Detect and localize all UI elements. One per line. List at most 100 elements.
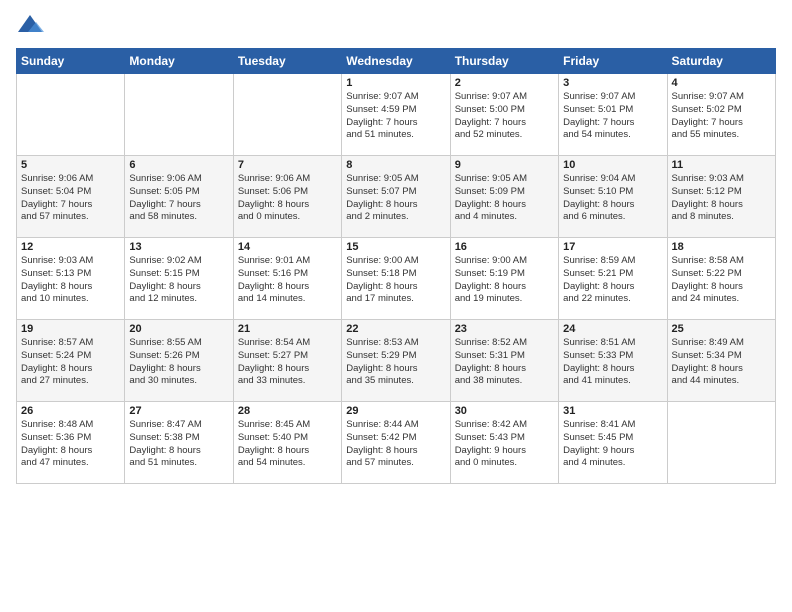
calendar-cell: 27Sunrise: 8:47 AM Sunset: 5:38 PM Dayli…	[125, 402, 233, 484]
day-info: Sunrise: 9:00 AM Sunset: 5:18 PM Dayligh…	[346, 255, 445, 306]
day-info: Sunrise: 8:49 AM Sunset: 5:34 PM Dayligh…	[672, 337, 771, 388]
day-info: Sunrise: 9:07 AM Sunset: 5:01 PM Dayligh…	[563, 91, 662, 142]
calendar-cell: 1 Sunrise: 9:07 AM Sunset: 4:59 PM Daylig…	[342, 74, 450, 156]
day-number: 11	[672, 159, 771, 171]
weekday-header-monday: Monday	[125, 49, 233, 74]
weekday-header-saturday: Saturday	[667, 49, 775, 74]
day-info: Sunrise: 9:03 AM Sunset: 5:12 PM Dayligh…	[672, 173, 771, 224]
calendar-cell	[17, 74, 125, 156]
day-number: 7	[238, 159, 337, 171]
day-info: Sunrise: 9:07 AM Sunset: 4:59 PM Dayligh…	[346, 91, 445, 142]
calendar-cell: 9Sunrise: 9:05 AM Sunset: 5:09 PM Daylig…	[450, 156, 558, 238]
day-info: Sunrise: 8:53 AM Sunset: 5:29 PM Dayligh…	[346, 337, 445, 388]
calendar-cell	[233, 74, 341, 156]
calendar-cell: 8Sunrise: 9:05 AM Sunset: 5:07 PM Daylig…	[342, 156, 450, 238]
day-info: Sunrise: 9:01 AM Sunset: 5:16 PM Dayligh…	[238, 255, 337, 306]
calendar-cell: 25 Sunrise: 8:49 AM Sunset: 5:34 PM Dayli…	[667, 320, 775, 402]
calendar-cell: 20Sunrise: 8:55 AM Sunset: 5:26 PM Dayli…	[125, 320, 233, 402]
header	[16, 12, 776, 40]
day-number: 31	[563, 405, 662, 417]
calendar-cell: 29 Sunrise: 8:44 AM Sunset: 5:42 PM Dayli…	[342, 402, 450, 484]
calendar-cell: 14 Sunrise: 9:01 AM Sunset: 5:16 PM Dayli…	[233, 238, 341, 320]
day-number: 18	[672, 241, 771, 253]
calendar-cell: 26 Sunrise: 8:48 AM Sunset: 5:36 PM Dayli…	[17, 402, 125, 484]
week-row-4: 19 Sunrise: 8:57 AM Sunset: 5:24 PM Dayli…	[17, 320, 776, 402]
day-info: Sunrise: 9:06 AM Sunset: 5:04 PM Dayligh…	[21, 173, 120, 224]
day-info: Sunrise: 8:45 AM Sunset: 5:40 PM Dayligh…	[238, 419, 337, 470]
week-row-5: 26 Sunrise: 8:48 AM Sunset: 5:36 PM Dayli…	[17, 402, 776, 484]
calendar-cell: 15 Sunrise: 9:00 AM Sunset: 5:18 PM Dayli…	[342, 238, 450, 320]
calendar-cell: 7 Sunrise: 9:06 AM Sunset: 5:06 PM Daylig…	[233, 156, 341, 238]
day-number: 17	[563, 241, 662, 253]
calendar-cell: 12 Sunrise: 9:03 AM Sunset: 5:13 PM Dayli…	[17, 238, 125, 320]
day-number: 5	[21, 159, 120, 171]
logo-icon	[16, 12, 44, 40]
calendar-cell: 16 Sunrise: 9:00 AM Sunset: 5:19 PM Dayli…	[450, 238, 558, 320]
day-info: Sunrise: 8:44 AM Sunset: 5:42 PM Dayligh…	[346, 419, 445, 470]
day-number: 2	[455, 77, 554, 89]
calendar-cell: 21 Sunrise: 8:54 AM Sunset: 5:27 PM Dayli…	[233, 320, 341, 402]
day-info: Sunrise: 9:05 AM Sunset: 5:09 PM Dayligh…	[455, 173, 554, 224]
day-number: 22	[346, 323, 445, 335]
day-info: Sunrise: 9:06 AM Sunset: 5:05 PM Dayligh…	[129, 173, 228, 224]
day-info: Sunrise: 8:58 AM Sunset: 5:22 PM Dayligh…	[672, 255, 771, 306]
day-number: 25	[672, 323, 771, 335]
calendar-cell: 30 Sunrise: 8:42 AM Sunset: 5:43 PM Dayli…	[450, 402, 558, 484]
day-number: 24	[563, 323, 662, 335]
day-info: Sunrise: 8:54 AM Sunset: 5:27 PM Dayligh…	[238, 337, 337, 388]
day-number: 30	[455, 405, 554, 417]
day-info: Sunrise: 8:52 AM Sunset: 5:31 PM Dayligh…	[455, 337, 554, 388]
day-number: 14	[238, 241, 337, 253]
calendar-cell: 18 Sunrise: 8:58 AM Sunset: 5:22 PM Dayli…	[667, 238, 775, 320]
calendar-cell: 5 Sunrise: 9:06 AM Sunset: 5:04 PM Daylig…	[17, 156, 125, 238]
logo	[16, 12, 46, 40]
day-number: 1	[346, 77, 445, 89]
weekday-header-tuesday: Tuesday	[233, 49, 341, 74]
week-row-1: 1 Sunrise: 9:07 AM Sunset: 4:59 PM Daylig…	[17, 74, 776, 156]
day-number: 19	[21, 323, 120, 335]
calendar-cell: 11 Sunrise: 9:03 AM Sunset: 5:12 PM Dayli…	[667, 156, 775, 238]
day-info: Sunrise: 9:00 AM Sunset: 5:19 PM Dayligh…	[455, 255, 554, 306]
day-info: Sunrise: 9:07 AM Sunset: 5:02 PM Dayligh…	[672, 91, 771, 142]
calendar-cell: 13 Sunrise: 9:02 AM Sunset: 5:15 PM Dayli…	[125, 238, 233, 320]
day-number: 6	[129, 159, 228, 171]
weekday-header-friday: Friday	[559, 49, 667, 74]
day-number: 15	[346, 241, 445, 253]
calendar-cell: 28 Sunrise: 8:45 AM Sunset: 5:40 PM Dayli…	[233, 402, 341, 484]
weekday-header-row: SundayMondayTuesdayWednesdayThursdayFrid…	[17, 49, 776, 74]
day-info: Sunrise: 9:06 AM Sunset: 5:06 PM Dayligh…	[238, 173, 337, 224]
calendar-cell: 4Sunrise: 9:07 AM Sunset: 5:02 PM Daylig…	[667, 74, 775, 156]
day-number: 13	[129, 241, 228, 253]
day-info: Sunrise: 8:55 AM Sunset: 5:26 PM Dayligh…	[129, 337, 228, 388]
calendar-cell: 3 Sunrise: 9:07 AM Sunset: 5:01 PM Daylig…	[559, 74, 667, 156]
calendar-cell: 6 Sunrise: 9:06 AM Sunset: 5:05 PM Daylig…	[125, 156, 233, 238]
week-row-3: 12 Sunrise: 9:03 AM Sunset: 5:13 PM Dayli…	[17, 238, 776, 320]
calendar-cell	[667, 402, 775, 484]
day-number: 12	[21, 241, 120, 253]
calendar-cell	[125, 74, 233, 156]
day-info: Sunrise: 9:05 AM Sunset: 5:07 PM Dayligh…	[346, 173, 445, 224]
day-number: 29	[346, 405, 445, 417]
day-number: 26	[21, 405, 120, 417]
day-number: 23	[455, 323, 554, 335]
calendar-cell: 31Sunrise: 8:41 AM Sunset: 5:45 PM Dayli…	[559, 402, 667, 484]
day-info: Sunrise: 8:48 AM Sunset: 5:36 PM Dayligh…	[21, 419, 120, 470]
day-info: Sunrise: 9:04 AM Sunset: 5:10 PM Dayligh…	[563, 173, 662, 224]
day-info: Sunrise: 9:07 AM Sunset: 5:00 PM Dayligh…	[455, 91, 554, 142]
calendar-cell: 2 Sunrise: 9:07 AM Sunset: 5:00 PM Daylig…	[450, 74, 558, 156]
calendar-cell: 17Sunrise: 8:59 AM Sunset: 5:21 PM Dayli…	[559, 238, 667, 320]
calendar-cell: 23 Sunrise: 8:52 AM Sunset: 5:31 PM Dayli…	[450, 320, 558, 402]
week-row-2: 5 Sunrise: 9:06 AM Sunset: 5:04 PM Daylig…	[17, 156, 776, 238]
calendar-table: SundayMondayTuesdayWednesdayThursdayFrid…	[16, 48, 776, 484]
day-info: Sunrise: 8:42 AM Sunset: 5:43 PM Dayligh…	[455, 419, 554, 470]
day-info: Sunrise: 8:57 AM Sunset: 5:24 PM Dayligh…	[21, 337, 120, 388]
day-info: Sunrise: 9:02 AM Sunset: 5:15 PM Dayligh…	[129, 255, 228, 306]
day-info: Sunrise: 8:47 AM Sunset: 5:38 PM Dayligh…	[129, 419, 228, 470]
day-info: Sunrise: 9:03 AM Sunset: 5:13 PM Dayligh…	[21, 255, 120, 306]
day-number: 3	[563, 77, 662, 89]
day-number: 21	[238, 323, 337, 335]
day-number: 16	[455, 241, 554, 253]
day-number: 28	[238, 405, 337, 417]
calendar-cell: 10Sunrise: 9:04 AM Sunset: 5:10 PM Dayli…	[559, 156, 667, 238]
page: SundayMondayTuesdayWednesdayThursdayFrid…	[0, 0, 792, 612]
